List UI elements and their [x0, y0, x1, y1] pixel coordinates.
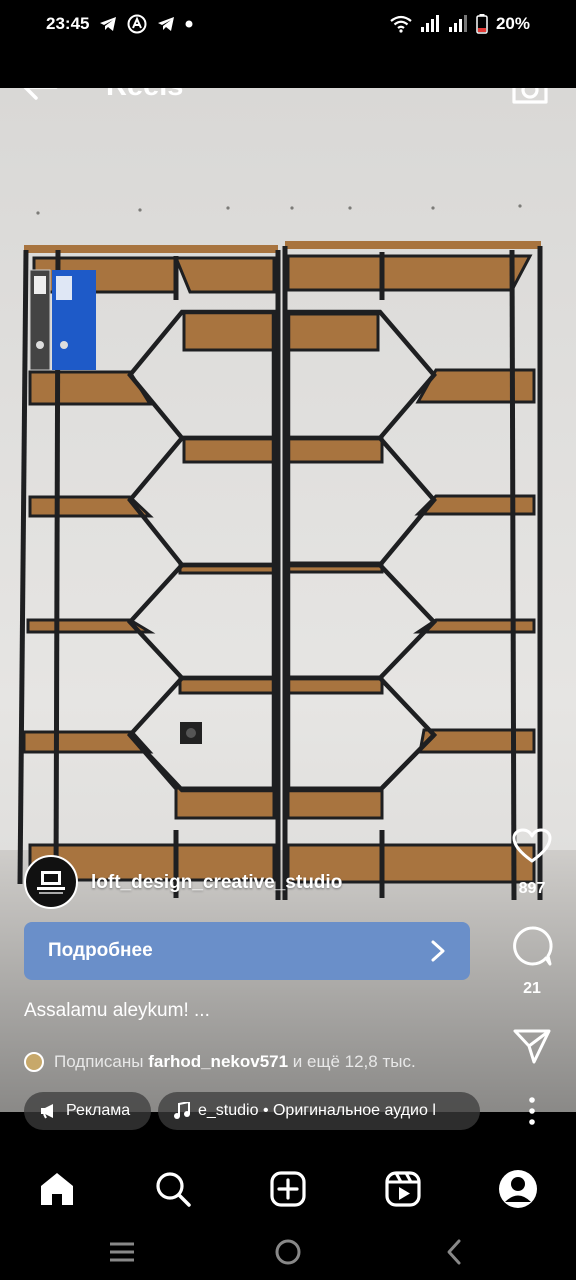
bottom-navigation: [0, 1152, 576, 1224]
circle-home-icon: [275, 1239, 301, 1265]
reels-icon: [385, 1171, 421, 1207]
learn-more-label: Подробнее: [48, 940, 153, 961]
nav-search[interactable]: [150, 1166, 196, 1212]
reels-header: Reels: [0, 88, 576, 120]
ad-label-pill[interactable]: Реклама: [24, 1092, 151, 1130]
like-count: 897: [518, 880, 546, 897]
back-arrow-icon: [23, 88, 58, 100]
nav-profile[interactable]: [495, 1166, 541, 1212]
heart-icon: [512, 828, 552, 863]
home-icon: [41, 1173, 73, 1205]
status-right: 20%: [390, 14, 530, 34]
follower-avatar: [24, 1052, 44, 1072]
back-system-button[interactable]: [434, 1234, 474, 1270]
app-a-icon: [127, 14, 147, 34]
more-options-button[interactable]: [518, 1094, 546, 1128]
comment-count: 21: [523, 980, 541, 997]
followed-by[interactable]: Подписаны farhod_nekov571 и ещё 12,8 тыс…: [24, 1052, 416, 1072]
profile-icon: [499, 1170, 537, 1208]
chevron-left-icon: [447, 1239, 461, 1265]
wifi-icon: [390, 15, 412, 33]
chevron-right-icon: [431, 940, 445, 962]
followers-user: farhod_nekov571: [148, 1052, 289, 1071]
recents-icon: [110, 1242, 134, 1262]
comment-button[interactable]: [508, 922, 556, 970]
signal-icon: [420, 15, 439, 32]
learn-more-button[interactable]: Подробнее: [24, 922, 470, 980]
telegram-icon-2: [158, 17, 175, 31]
author-name[interactable]: loft_design_creative_studio: [91, 872, 342, 894]
camera-button[interactable]: [510, 88, 554, 110]
send-icon: [513, 1029, 551, 1064]
comment-icon: [513, 926, 553, 966]
recent-apps-button[interactable]: [102, 1234, 142, 1270]
home-system-button[interactable]: [268, 1234, 308, 1270]
system-navigation: [0, 1224, 576, 1280]
status-left: 23:45: [46, 14, 193, 34]
music-note-icon: [174, 1102, 190, 1119]
add-post-icon: [270, 1171, 306, 1207]
signal-icon-2: [448, 15, 467, 32]
battery-icon: [476, 14, 488, 34]
nav-reels[interactable]: [380, 1166, 426, 1212]
more-vertical-icon: [529, 1097, 535, 1125]
followers-suffix: и ещё 12,8 тыс.: [292, 1052, 416, 1071]
audio-label: e_studio • Оригинальное аудио l: [198, 1102, 436, 1119]
page-title: Reels: [106, 88, 183, 103]
clock: 23:45: [46, 14, 90, 33]
megaphone-icon: [41, 1104, 53, 1119]
camera-icon: [512, 88, 548, 104]
share-button[interactable]: [508, 1022, 556, 1070]
audio-pill[interactable]: e_studio • Оригинальное аудио l: [158, 1092, 480, 1130]
back-button[interactable]: [20, 88, 64, 108]
battery-level: 20%: [495, 14, 530, 33]
nav-home[interactable]: [34, 1166, 80, 1212]
author-avatar[interactable]: [24, 855, 78, 909]
ad-label: Реклама: [66, 1102, 131, 1119]
search-icon: [156, 1172, 191, 1207]
status-bar: 23:45 20%: [0, 0, 576, 48]
studio-logo-icon: [37, 871, 65, 894]
telegram-icon: [100, 17, 117, 31]
nav-create[interactable]: [265, 1166, 311, 1212]
followers-text: Подписаны farhod_nekov571 и ещё 12,8 тыс…: [54, 1052, 416, 1072]
followers-prefix: Подписаны: [54, 1052, 144, 1071]
notification-dot-icon: [185, 20, 193, 28]
like-button[interactable]: [508, 822, 556, 870]
reel-caption[interactable]: Assalamu aleykum! ...: [24, 1000, 210, 1022]
